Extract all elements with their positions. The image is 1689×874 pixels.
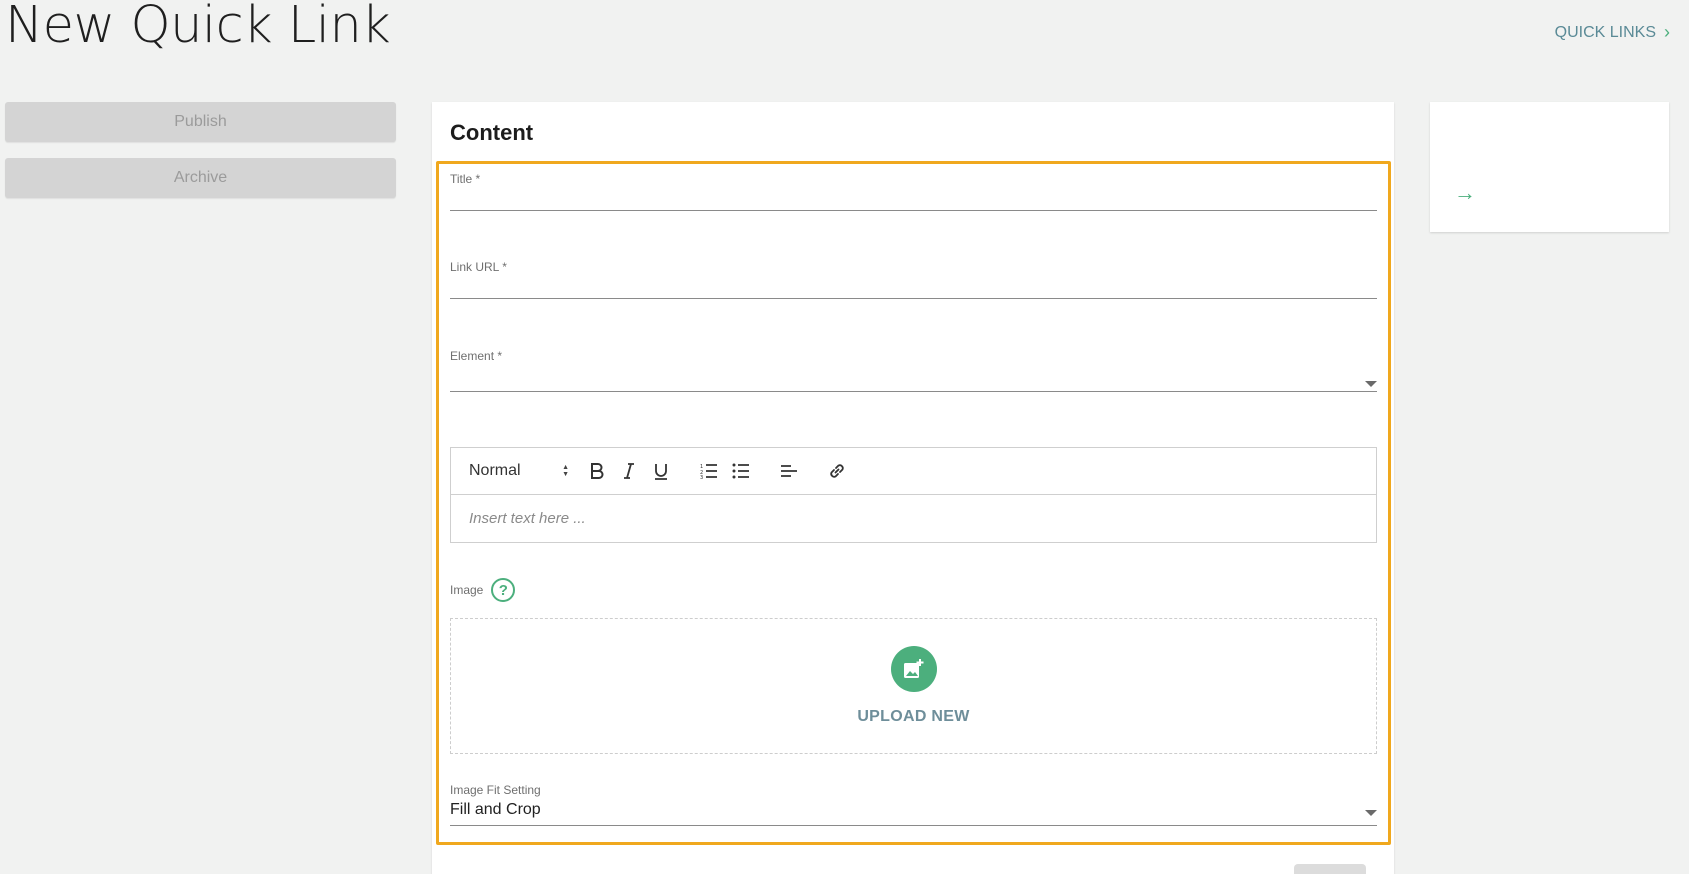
- bullet-list-icon[interactable]: [725, 456, 757, 486]
- title-label: Title *: [450, 172, 481, 186]
- italic-icon[interactable]: [613, 456, 645, 486]
- title-input[interactable]: [450, 186, 1377, 208]
- upload-dropzone[interactable]: UPLOAD NEW: [450, 618, 1377, 754]
- image-label-row: Image ?: [450, 578, 516, 602]
- arrow-right-icon: →: [1454, 180, 1476, 205]
- format-select[interactable]: Normal ▲ ▼: [469, 462, 571, 480]
- page-title: New Quick Link: [5, 0, 391, 55]
- align-left-icon[interactable]: [773, 456, 805, 486]
- rich-text-editor: Normal ▲ ▼ 123 Insert text here ...: [450, 447, 1377, 543]
- link-icon[interactable]: [821, 456, 853, 486]
- chevron-right-icon: ›: [1664, 22, 1670, 42]
- link-url-label: Link URL *: [450, 260, 507, 274]
- publish-button[interactable]: Publish: [5, 102, 396, 142]
- upload-new-label: UPLOAD NEW: [857, 708, 970, 725]
- format-select-value: Normal: [469, 462, 521, 479]
- image-fit-label: Image Fit Setting: [450, 783, 541, 797]
- link-url-input[interactable]: [450, 274, 1377, 296]
- bold-icon[interactable]: [581, 456, 613, 486]
- editor-text-area[interactable]: Insert text here ...: [451, 495, 1376, 542]
- help-icon[interactable]: ?: [491, 578, 516, 602]
- quick-links-label: QUICK LINKS: [1554, 23, 1656, 41]
- content-heading: Content: [450, 120, 534, 145]
- ordered-list-icon[interactable]: 123: [693, 456, 725, 486]
- image-fit-dropdown-icon[interactable]: [1365, 810, 1377, 816]
- title-underline: [450, 210, 1377, 211]
- updown-arrows-icon: ▲ ▼: [562, 464, 569, 478]
- editor-toolbar: Normal ▲ ▼ 123: [451, 448, 1376, 495]
- element-label: Element *: [450, 349, 503, 363]
- content-card: Content Title * Link URL * Element * Nor…: [432, 102, 1394, 874]
- link-url-underline: [450, 298, 1377, 299]
- footer-button[interactable]: [1294, 864, 1366, 874]
- element-select[interactable]: [450, 363, 1377, 385]
- quick-links-breadcrumb[interactable]: QUICK LINKS ›: [1555, 22, 1670, 43]
- image-label: Image: [450, 583, 484, 597]
- image-fit-underline: [450, 825, 1377, 826]
- archive-button[interactable]: Archive: [5, 158, 396, 198]
- underline-icon[interactable]: [645, 456, 677, 486]
- image-fit-select[interactable]: Fill and Crop: [450, 801, 541, 819]
- add-photo-icon: [890, 646, 937, 692]
- svg-text:3: 3: [700, 475, 703, 479]
- element-underline: [450, 391, 1377, 392]
- element-dropdown-icon[interactable]: [1365, 381, 1377, 387]
- preview-card: →: [1430, 102, 1669, 232]
